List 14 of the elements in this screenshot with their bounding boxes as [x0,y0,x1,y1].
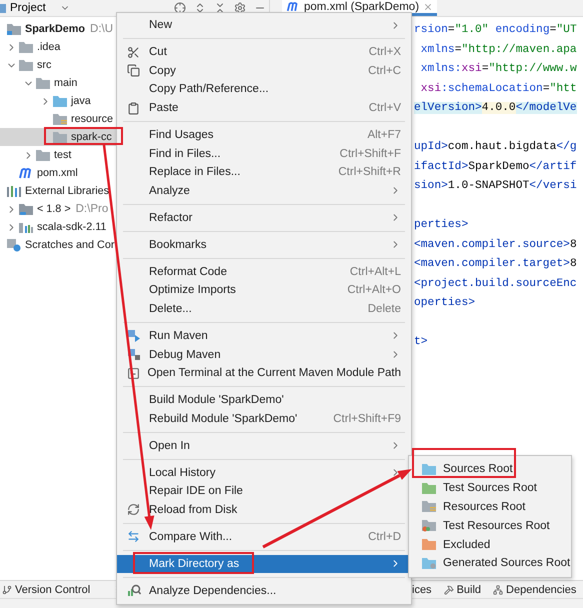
code-line: t> [414,335,429,350]
code-line: upId>com.haut.bigdata</g [414,140,578,155]
code-line: <maven.compiler.target>8 [414,256,578,272]
code-line: xmlns="http://maven.apa [420,42,578,58]
code-line: xmlns:xsi="http://www.w [420,62,578,77]
code-line: perties> [414,218,470,233]
code-line: elVersion>4.0.0</modelVe [414,100,578,116]
code-line: <project.build.sourceEnc [414,276,578,292]
code-line: <maven.compiler.source>8 [414,238,578,252]
code-line: operties> [414,296,476,311]
code-line: xsi:schemaLocation="htt [420,82,578,96]
code-line: ifactId>SparkDemo</artif [414,160,578,174]
code-line: rsion="1.0" encoding="UT [414,22,578,38]
code-line: sion>1.0-SNAPSHOT</versi [414,178,578,194]
